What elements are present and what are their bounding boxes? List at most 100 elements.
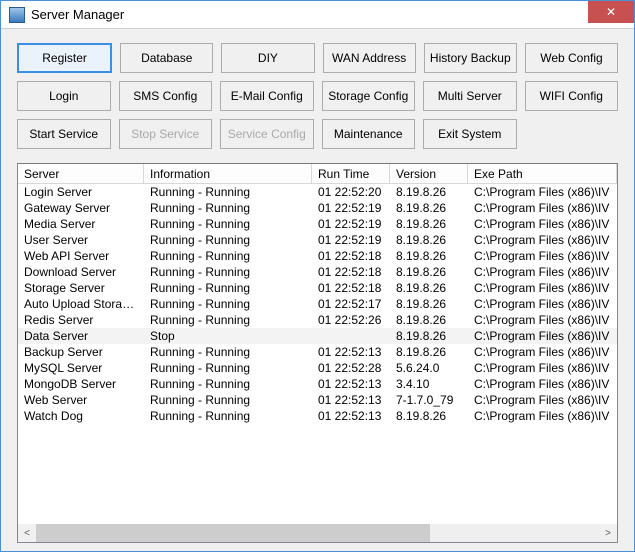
cell-runtime: 01 22:52:18: [312, 280, 390, 296]
exit-system-button[interactable]: Exit System: [423, 119, 517, 149]
table-body: Login ServerRunning - Running01 22:52:20…: [18, 184, 617, 524]
horizontal-scrollbar[interactable]: < >: [18, 524, 617, 542]
start-service-button[interactable]: Start Service: [17, 119, 111, 149]
cell-info: Running - Running: [144, 264, 312, 280]
table-header: Server Information Run Time Version Exe …: [18, 164, 617, 184]
button-label: Register: [42, 51, 87, 65]
table-row[interactable]: Watch DogRunning - Running01 22:52:138.1…: [18, 408, 617, 424]
table-row[interactable]: Media ServerRunning - Running01 22:52:19…: [18, 216, 617, 232]
scroll-thumb[interactable]: [36, 524, 430, 542]
cell-info: Stop: [144, 328, 312, 344]
scroll-left-button[interactable]: <: [18, 524, 36, 542]
history-backup-button[interactable]: History Backup: [424, 43, 517, 73]
cell-runtime: 01 22:52:26: [312, 312, 390, 328]
table-row[interactable]: Redis ServerRunning - Running01 22:52:26…: [18, 312, 617, 328]
app-icon: [9, 7, 25, 23]
cell-exe: C:\Program Files (x86)\IV: [468, 280, 617, 296]
col-information[interactable]: Information: [144, 164, 312, 183]
button-label: Exit System: [438, 127, 501, 141]
register-button[interactable]: Register: [17, 43, 112, 73]
table-row[interactable]: Auto Upload Storage S...Running - Runnin…: [18, 296, 617, 312]
table-row[interactable]: Web ServerRunning - Running01 22:52:137-…: [18, 392, 617, 408]
cell-runtime: 01 22:52:18: [312, 264, 390, 280]
cell-info: Running - Running: [144, 360, 312, 376]
service-config-button: Service Config: [220, 119, 314, 149]
cell-info: Running - Running: [144, 200, 312, 216]
close-icon: ✕: [606, 5, 616, 19]
cell-server: Watch Dog: [18, 408, 144, 424]
table-row[interactable]: Web API ServerRunning - Running01 22:52:…: [18, 248, 617, 264]
close-button[interactable]: ✕: [588, 1, 634, 23]
cell-runtime: 01 22:52:13: [312, 376, 390, 392]
cell-server: User Server: [18, 232, 144, 248]
button-row-2: Login SMS ConfigE-Mail Config Storage Conf…: [17, 81, 618, 111]
cell-server: Download Server: [18, 264, 144, 280]
scroll-right-button[interactable]: >: [599, 524, 617, 542]
login-button[interactable]: Login: [17, 81, 111, 111]
cell-version: 8.19.8.26: [390, 408, 468, 424]
button-label: Login: [49, 89, 78, 103]
chevron-right-icon: >: [605, 528, 611, 539]
col-exepath[interactable]: Exe Path: [468, 164, 617, 183]
col-version[interactable]: Version: [390, 164, 468, 183]
cell-info: Running - Running: [144, 296, 312, 312]
cell-exe: C:\Program Files (x86)\IV: [468, 296, 617, 312]
cell-version: 3.4.10: [390, 376, 468, 392]
storage-config-button[interactable]: Storage Config: [322, 81, 416, 111]
col-runtime[interactable]: Run Time: [312, 164, 390, 183]
cell-exe: C:\Program Files (x86)\IV: [468, 328, 617, 344]
cell-exe: C:\Program Files (x86)\IV: [468, 376, 617, 392]
cell-version: 8.19.8.26: [390, 248, 468, 264]
button-label: Start Service: [29, 127, 98, 141]
table-row[interactable]: User ServerRunning - Running01 22:52:198…: [18, 232, 617, 248]
button-label: Service Config: [228, 127, 306, 141]
cell-server: Storage Server: [18, 280, 144, 296]
e-mail-config-button[interactable]: E-Mail Config: [220, 81, 314, 111]
cell-server: Auto Upload Storage S...: [18, 296, 144, 312]
wifi-config-button[interactable]: WIFI Config: [525, 81, 619, 111]
diy-button[interactable]: DIY: [221, 43, 314, 73]
cell-runtime: 01 22:52:13: [312, 392, 390, 408]
cell-server: Login Server: [18, 184, 144, 200]
cell-server: Data Server: [18, 328, 144, 344]
table-row[interactable]: Download ServerRunning - Running01 22:52…: [18, 264, 617, 280]
cell-runtime: 01 22:52:18: [312, 248, 390, 264]
cell-runtime: 01 22:52:13: [312, 344, 390, 360]
table-row[interactable]: Gateway ServerRunning - Running01 22:52:…: [18, 200, 617, 216]
cell-version: 8.19.8.26: [390, 232, 468, 248]
database-button[interactable]: Database: [120, 43, 213, 73]
maintenance-button[interactable]: Maintenance: [322, 119, 416, 149]
cell-version: 8.19.8.26: [390, 296, 468, 312]
cell-server: Gateway Server: [18, 200, 144, 216]
cell-version: 8.19.8.26: [390, 200, 468, 216]
table-row[interactable]: Data ServerStop 8.19.8.26C:\Program Files…: [18, 328, 617, 344]
cell-version: 8.19.8.26: [390, 216, 468, 232]
cell-runtime: 01 22:52:19: [312, 216, 390, 232]
cell-server: Redis Server: [18, 312, 144, 328]
cell-version: 5.6.24.0: [390, 360, 468, 376]
cell-server: MongoDB Server: [18, 376, 144, 392]
cell-exe: C:\Program Files (x86)\IV: [468, 264, 617, 280]
cell-exe: C:\Program Files (x86)\IV: [468, 216, 617, 232]
cell-exe: C:\Program Files (x86)\IV: [468, 408, 617, 424]
table-row[interactable]: Backup ServerRunning - Running01 22:52:1…: [18, 344, 617, 360]
cell-version: 8.19.8.26: [390, 280, 468, 296]
scroll-track[interactable]: [36, 524, 599, 542]
web-config-button[interactable]: Web Config: [525, 43, 618, 73]
table-row[interactable]: MongoDB ServerRunning - Running01 22:52:…: [18, 376, 617, 392]
cell-version: 8.19.8.26: [390, 344, 468, 360]
multi-server-button[interactable]: Multi Server: [423, 81, 517, 111]
table-row[interactable]: Login ServerRunning - Running01 22:52:20…: [18, 184, 617, 200]
cell-server: Backup Server: [18, 344, 144, 360]
cell-version: 7-1.7.0_79: [390, 392, 468, 408]
sms-config-button[interactable]: SMS Config: [119, 81, 213, 111]
table-row[interactable]: MySQL ServerRunning - Running01 22:52:28…: [18, 360, 617, 376]
cell-version: 8.19.8.26: [390, 328, 468, 344]
cell-exe: C:\Program Files (x86)\IV: [468, 360, 617, 376]
button-row-1: Register Database DIY WAN Address History Ba…: [17, 43, 618, 73]
col-server[interactable]: Server: [18, 164, 144, 183]
cell-server: Media Server: [18, 216, 144, 232]
table-row[interactable]: Storage ServerRunning - Running01 22:52:…: [18, 280, 617, 296]
chevron-left-icon: <: [24, 528, 30, 539]
wan-address-button[interactable]: WAN Address: [323, 43, 416, 73]
